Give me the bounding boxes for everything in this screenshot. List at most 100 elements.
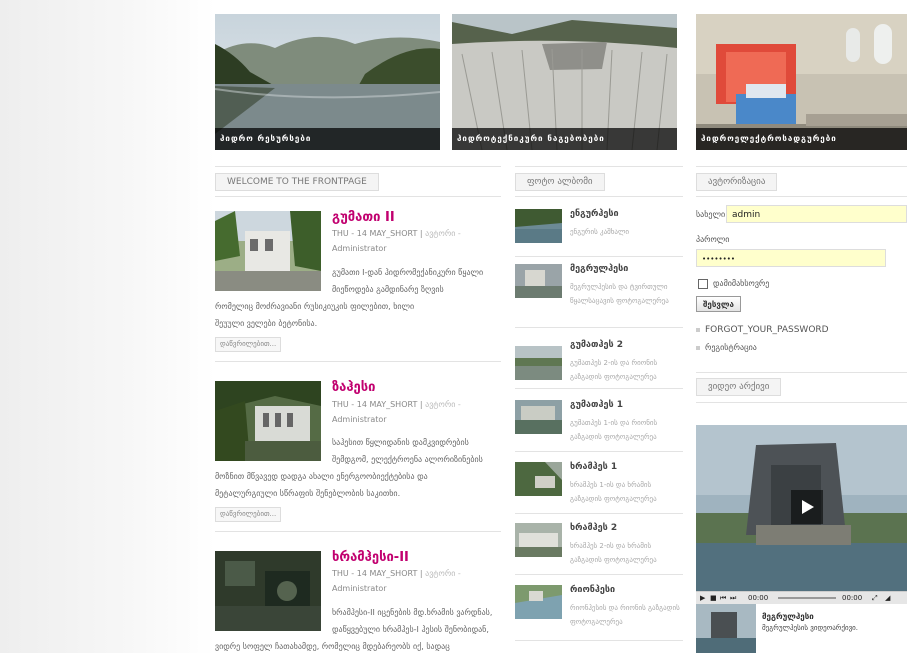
gallery-item[interactable]: გუმათჰეს 1 გუმათჰეს 1-ის და რიონის გაზგა… [515,400,685,450]
article-body-line: ვიდრე სოფელ ჩათახამდე, რომელიც მდებარეობ… [215,642,450,651]
video-item-title: მეგრულჰესი [762,612,814,621]
article-meta: THU - 14 MAY_SHORT | ავტორი - Administra… [332,229,461,253]
gallery-item[interactable]: რიონჰესი რიონჰესის და რიონის გაზგადის ფო… [515,585,685,635]
article-author: Administrator [332,415,387,424]
article-title[interactable]: ზაჰესი [332,380,375,395]
article-date: THU - 14 MAY_SHORT [332,229,418,238]
next-icon[interactable]: ⏭ [730,592,736,604]
fullscreen-icon[interactable]: ⤢ [872,592,878,604]
video-play-button[interactable] [791,490,823,524]
video-heading: ვიდეო არქივი [696,378,782,396]
password-label: პაროლი [696,235,730,244]
gallery-item-title: რიონჰესი [570,585,616,595]
gallery-item-title: გუმათჰეს 1 [570,400,623,410]
gallery-item[interactable]: ხრამჰეს 2 ხრამჰეს 2-ის და ხრამის გაზგადი… [515,523,685,573]
password-field[interactable]: •••••••• [696,249,886,267]
article-body: ხრამჰესი-II იცენების მდ.ხრამის ვარდნას, … [332,604,507,638]
article-author: Administrator [332,244,387,253]
gallery-item-desc: გუმათჰეს 2-ის და რიონის გაზგადის ფოტოგალ… [570,359,658,381]
article-body-wide: ვიდრე სოფელ ჩათახამდე, რომელიც მდებარეობ… [215,638,505,655]
banner-caption: ჰიდრო რესურსები [215,128,440,150]
gallery-item-desc: ენგურის კაშხალი [570,228,630,236]
article-thumbnail[interactable] [215,381,321,461]
gallery-item[interactable]: ენგურჰესი ენგურის კაშხალი [515,209,685,259]
banner-hydro-plants[interactable]: ჰიდროელექტროსადგურები [696,14,907,150]
article-body-line: მიეწოდება გამდინარე ზღვის [332,285,444,294]
page-side-shade [0,0,215,653]
divider [515,327,683,328]
divider [696,196,907,197]
remember-checkbox[interactable] [698,279,708,289]
divider [215,361,501,362]
gallery-item-desc: გუმათჰეს 1-ის და რიონის გაზგადის ფოტოგალ… [570,419,658,441]
gallery-item-title: ხრამჰეს 2 [570,523,618,533]
gallery-thumbnail [515,462,562,496]
article-thumbnail[interactable] [215,551,321,631]
play-icon [802,500,814,514]
banner-hydro-resources[interactable]: ჰიდრო რესურსები [215,14,440,150]
divider [515,388,683,389]
gallery-thumbnail [515,585,562,619]
frontpage-heading: WELCOME TO THE FRONTPAGE [215,173,379,191]
article-title[interactable]: გუმათი II [332,210,395,225]
login-heading: ავტორიზაცია [696,173,778,191]
username-label: სახელი [696,210,726,219]
volume-icon[interactable]: ◢ [885,592,890,604]
article-body-line: გუმათი I-დან ჰიდრომექანიკური წყალი [332,268,484,277]
register-link[interactable]: რეგისტრაცია [696,343,757,352]
divider [515,513,683,514]
article-date: THU - 14 MAY_SHORT [332,569,418,578]
article-title[interactable]: ხრამჰესი-II [332,550,409,565]
video-player[interactable] [696,425,907,591]
previous-icon[interactable]: ⏮ [720,592,726,604]
gallery-thumbnail [515,346,562,380]
time-total: 00:00 [842,594,863,602]
read-more-button[interactable]: დაწვრილებით... [215,507,282,522]
article-body-line: მოზნით მწვავედ დადგა ახალი ენერგოობიექტე… [215,472,428,481]
article-meta: THU - 14 MAY_SHORT | ავტორი - Administra… [332,400,461,424]
gallery-item-desc: ხრამჰეს 1-ის და ხრამის გაზგადის ფოტოგალე… [570,481,657,503]
gallery-thumbnail [515,209,562,243]
video-item-thumbnail [696,604,756,653]
divider [515,574,683,575]
seek-bar[interactable] [778,597,836,599]
forgot-password-link[interactable]: FORGOT_YOUR_PASSWORD [696,325,829,335]
divider [515,256,683,257]
video-controls: ▶ ■ ⏮ ⏭ 00:00 00:00 ⤢ ◢ [696,591,907,604]
play-icon[interactable]: ▶ [700,592,705,604]
gallery-item[interactable]: გუმათჰეს 2 გუმათჰეს 2-ის და რიონის გაზგა… [515,340,685,390]
gallery-heading: ფოტო ალბომი [515,173,605,191]
article-thumbnail[interactable] [215,211,321,291]
read-more-button[interactable]: დაწვრილებით... [215,337,282,352]
gallery-thumbnail [515,523,562,557]
banner-caption: ჰიდროელექტროსადგურები [696,128,907,150]
username-field[interactable]: admin [726,205,907,223]
gallery-item-title: მეგრულჰესი [570,264,629,274]
divider [696,166,907,167]
bullet-icon [696,345,700,350]
time-current: 00:00 [748,594,769,602]
forgot-password-text: FORGOT_YOUR_PASSWORD [705,325,829,335]
gallery-item-desc: ხრამჰეს 2-ის და ხრამის გაზგადის ფოტოგალე… [570,542,657,564]
video-playlist-item[interactable]: მეგრულჰესი მეგრულჰესის ვიდეოარქივი. [696,604,907,653]
article-body-line: დაწყვებული ხრამჰეს-I ჰესის შენობიდან, [332,625,489,634]
divider [515,196,683,197]
divider [515,166,683,167]
stop-icon[interactable]: ■ [710,592,717,604]
login-button[interactable]: შესვლა [696,296,741,312]
gallery-thumbnail [515,400,562,434]
article-body-line: შეუული ველები ბეტონისა. [215,319,318,328]
gallery-item-title: გუმათჰეს 2 [570,340,623,350]
gallery-item-title: ენგურჰესი [570,209,619,219]
video-item-desc: მეგრულჰესის ვიდეოარქივი. [762,624,859,632]
article-author: Administrator [332,584,387,593]
gallery-item[interactable]: ხრამჰეს 1 ხრამჰეს 1-ის და ხრამის გაზგადი… [515,462,685,512]
divider [696,402,907,403]
gallery-item[interactable]: მეგრულჰესი მეგრულჰესის და ტვირთული წყალს… [515,264,685,324]
article-category: ავტორი - [425,229,461,238]
article-category: ავტორი - [425,400,461,409]
gallery-item-desc: რიონჰესის და რიონის გაზგადის ფოტოგალერეა [570,604,680,626]
banner-hydro-structures[interactable]: ჰიდროტექნიკური ნაგებობები [452,14,677,150]
article-body-wide: მოზნით მწვავედ დადგა ახალი ენერგოობიექტე… [215,468,505,502]
divider [215,196,501,197]
